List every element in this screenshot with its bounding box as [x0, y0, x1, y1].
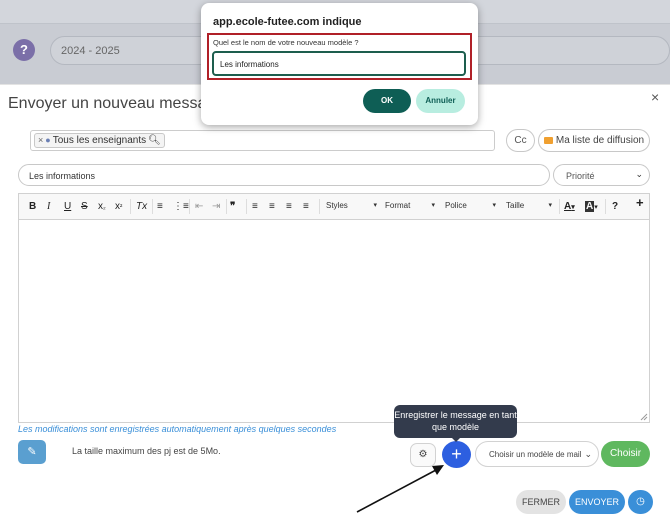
subject-input[interactable]: Les informations [18, 164, 550, 186]
dialog-question: Quel est le nom de votre nouveau modèle … [213, 38, 359, 47]
recipients-input[interactable]: × ● Tous les enseignants 🔍︎ [30, 130, 495, 151]
font-dropdown[interactable]: Police ▾ [445, 200, 496, 213]
template-select[interactable]: Choisir un modèle de mail ⌄ [475, 441, 599, 467]
attachment-size-note: La taille maximum des pj est de 5Mo. [72, 446, 221, 456]
toolbar-separator [226, 199, 227, 214]
size-dropdown[interactable]: Taille ▾ [506, 200, 552, 213]
superscript-mark: ² [120, 204, 123, 211]
remove-format-button[interactable]: Tx [136, 201, 147, 213]
new-message-modal: Envoyer un nouveau message × × ● Tous les … [0, 84, 670, 522]
caret-down-icon: ▾ [594, 204, 598, 211]
italic-button[interactable]: I [47, 201, 50, 213]
underline-button[interactable]: U [64, 201, 71, 213]
save-template-tooltip: Enregistrer le message en tant que modèl… [394, 405, 517, 438]
template-select-label: Choisir un modèle de mail [489, 450, 582, 459]
outdent-icon[interactable]: ⇤ [195, 201, 203, 213]
clock-icon: ◷ [636, 496, 645, 507]
message-editor[interactable]: B I U S x₂ x² Tx ≡ ⋮≡ ⇤ ⇥ ❞ ≡ ≡ ≡ ≡ Styl… [18, 193, 650, 423]
numbered-list-icon[interactable]: ≡ [157, 201, 163, 213]
help-icon[interactable]: ? [13, 39, 35, 61]
caret-down-icon: ▾ [571, 204, 575, 211]
toolbar-separator [319, 199, 320, 214]
attachment-button[interactable]: ✎ [18, 440, 46, 464]
choose-template-button[interactable]: Choisir [601, 441, 650, 467]
save-as-template-button[interactable]: + [442, 441, 471, 468]
caret-down-icon: ▾ [492, 202, 496, 209]
background-color-button[interactable]: A▾ [585, 201, 598, 214]
chevron-down-icon: ⌄ [584, 449, 592, 459]
toolbar-separator [152, 199, 153, 214]
bg-color-label: A [585, 201, 595, 212]
paperclip-icon: ✎ [27, 446, 37, 458]
text-color-button[interactable]: A▾ [564, 201, 575, 214]
toolbar-separator [130, 199, 131, 214]
subscript-button[interactable]: x₂ [98, 201, 106, 214]
size-label: Taille [506, 201, 525, 210]
bulleted-list-icon[interactable]: ⋮≡ [173, 201, 189, 213]
prompt-dialog: app.ecole-futee.com indique Quel est le … [201, 3, 478, 125]
strikethrough-button[interactable]: S [81, 201, 88, 213]
close-icon[interactable]: × [651, 89, 659, 105]
mailing-list-button[interactable]: Ma liste de diffusion [538, 129, 650, 152]
priority-select[interactable]: Priorité ⌄ [553, 164, 650, 186]
user-icon: ● [45, 135, 51, 145]
cancel-button[interactable]: Annuler [416, 89, 465, 113]
align-right-icon[interactable]: ≡ [286, 201, 292, 213]
indent-icon[interactable]: ⇥ [212, 201, 220, 213]
schedule-send-button[interactable]: ◷ [628, 490, 653, 514]
toolbar-separator [189, 199, 190, 214]
tooltip-arrow [451, 437, 461, 442]
expand-toolbar-button[interactable]: + [636, 196, 644, 209]
recipient-tag: × ● Tous les enseignants 🔍︎ [34, 133, 165, 148]
toolbar-separator [246, 199, 247, 214]
chevron-down-icon: ⌄ [635, 169, 643, 179]
close-button[interactable]: FERMER [516, 490, 566, 514]
caret-down-icon: ▾ [373, 202, 377, 209]
help-button[interactable]: ? [612, 201, 618, 213]
resize-handle-icon[interactable] [639, 412, 648, 421]
format-label: Format [385, 201, 411, 210]
gear-icon: ⚙ [418, 449, 428, 460]
send-button[interactable]: ENVOYER [569, 490, 625, 514]
template-name-input[interactable]: Les informations [212, 51, 466, 76]
align-justify-icon[interactable]: ≡ [303, 201, 309, 213]
mailing-list-label: Ma liste de diffusion [555, 135, 645, 146]
align-left-icon[interactable]: ≡ [252, 201, 258, 213]
styles-label: Styles [326, 201, 348, 210]
styles-dropdown[interactable]: Styles ▾ [326, 200, 377, 213]
caret-down-icon: ▾ [431, 202, 435, 209]
search-icon[interactable]: 🔍︎ [148, 135, 161, 146]
remove-tag-icon[interactable]: × [38, 135, 43, 145]
folder-icon [543, 137, 553, 144]
align-center-icon[interactable]: ≡ [269, 201, 275, 213]
toolbar-separator [559, 199, 560, 214]
dialog-title: app.ecole-futee.com indique [213, 16, 362, 28]
ok-button[interactable]: OK [363, 89, 411, 113]
format-dropdown[interactable]: Format ▾ [385, 200, 435, 213]
subscript-mark: ₂ [103, 204, 106, 211]
modal-title: Envoyer un nouveau message [8, 95, 225, 112]
bold-button[interactable]: B [29, 201, 36, 213]
blockquote-button[interactable]: ❞ [230, 201, 235, 213]
font-label: Police [445, 201, 467, 210]
recipient-tag-label: Tous les enseignants [52, 135, 147, 146]
editor-toolbar: B I U S x₂ x² Tx ≡ ⋮≡ ⇤ ⇥ ❞ ≡ ≡ ≡ ≡ Styl… [19, 194, 649, 220]
caret-down-icon: ▾ [548, 202, 552, 209]
toolbar-separator [605, 199, 606, 214]
cc-button[interactable]: Cc [506, 129, 535, 152]
superscript-button[interactable]: x² [115, 201, 122, 214]
priority-label: Priorité [566, 171, 595, 181]
autosave-note: Les modifications sont enregistrées auto… [18, 424, 337, 434]
template-settings-button[interactable]: ⚙ [410, 443, 436, 467]
